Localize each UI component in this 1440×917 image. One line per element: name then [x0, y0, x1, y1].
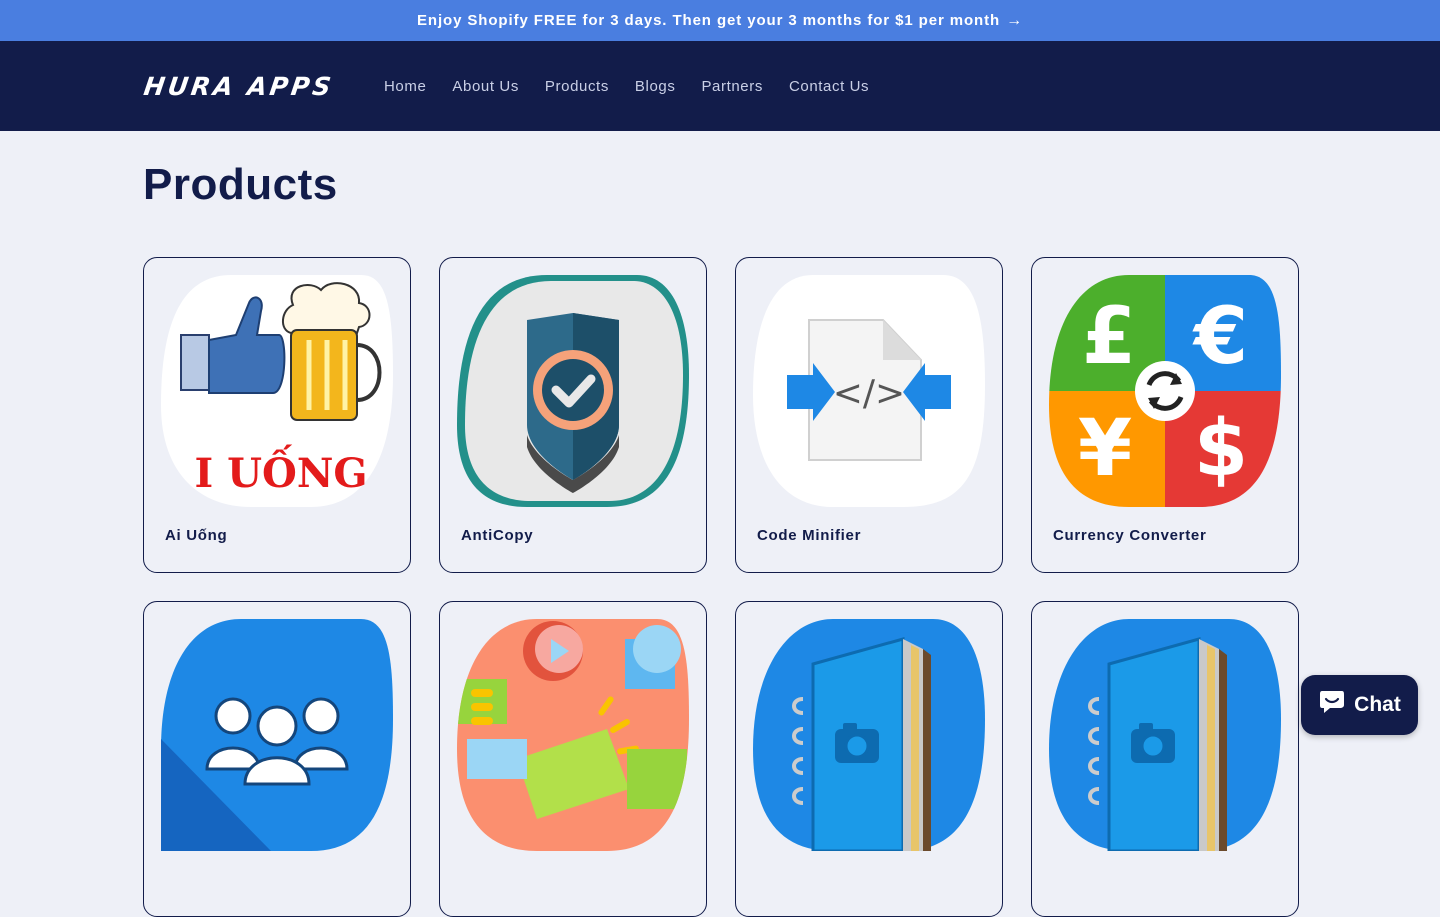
product-card-6[interactable] [439, 601, 707, 917]
product-title[interactable]: AntiCopy [461, 527, 533, 544]
shield-check-icon [457, 275, 689, 507]
announcement-text: Enjoy Shopify FREE for 3 days. Then get … [417, 12, 1001, 29]
site-header: HURA APPS Home About Us Products Blogs P… [0, 41, 1440, 131]
product-card-ai-uong[interactable]: I UỐNG Ai Uống [143, 257, 411, 573]
photo-album-icon [753, 619, 985, 851]
svg-text:</>: </> [833, 373, 905, 414]
product-card-code-minifier[interactable]: </> Code Minifier [735, 257, 1003, 573]
svg-text:£: £ [1082, 292, 1136, 382]
product-title[interactable]: Currency Converter [1053, 527, 1206, 544]
product-card-7[interactable] [735, 601, 1003, 917]
svg-text:$: $ [1194, 404, 1248, 494]
nav-contact-us[interactable]: Contact Us [789, 78, 869, 95]
chat-button[interactable]: Chat [1301, 675, 1418, 735]
product-grid: I UỐNG Ai Uống AntiCopy </> Code Minifie… [143, 257, 1299, 917]
product-card-currency-converter[interactable]: £ € ¥ $ Currency Converter [1031, 257, 1299, 573]
nav-products[interactable]: Products [545, 78, 609, 95]
chat-bubble-icon [1318, 689, 1346, 721]
code-file-icon: </> [753, 275, 985, 507]
site-logo[interactable]: HURA APPS [142, 72, 386, 101]
product-card-5[interactable] [143, 601, 411, 917]
arrow-right-icon: → [1006, 11, 1023, 29]
currency-exchange-icon: £ € ¥ $ [1049, 275, 1281, 507]
group-users-icon [161, 619, 393, 851]
chat-label: Chat [1354, 693, 1401, 716]
nav-about-us[interactable]: About Us [452, 78, 519, 95]
photo-album-icon [1049, 619, 1281, 851]
product-title[interactable]: Ai Uống [165, 527, 227, 544]
main-nav: Home About Us Products Blogs Partners Co… [384, 78, 895, 95]
beer-thumbs-up-icon: I UỐNG [161, 275, 393, 507]
svg-text:I UỐNG: I UỐNG [194, 445, 367, 497]
nav-home[interactable]: Home [384, 78, 426, 95]
product-card-anticopy[interactable]: AntiCopy [439, 257, 707, 573]
svg-text:€: € [1192, 292, 1248, 382]
announcement-bar[interactable]: Enjoy Shopify FREE for 3 days. Then get … [0, 0, 1440, 41]
product-title[interactable]: Code Minifier [757, 527, 861, 544]
nav-partners[interactable]: Partners [701, 78, 763, 95]
marketing-collage-icon [457, 619, 689, 851]
page-title: Products [143, 160, 338, 209]
product-card-8[interactable] [1031, 601, 1299, 917]
svg-text:¥: ¥ [1078, 404, 1132, 494]
nav-blogs[interactable]: Blogs [635, 78, 676, 95]
